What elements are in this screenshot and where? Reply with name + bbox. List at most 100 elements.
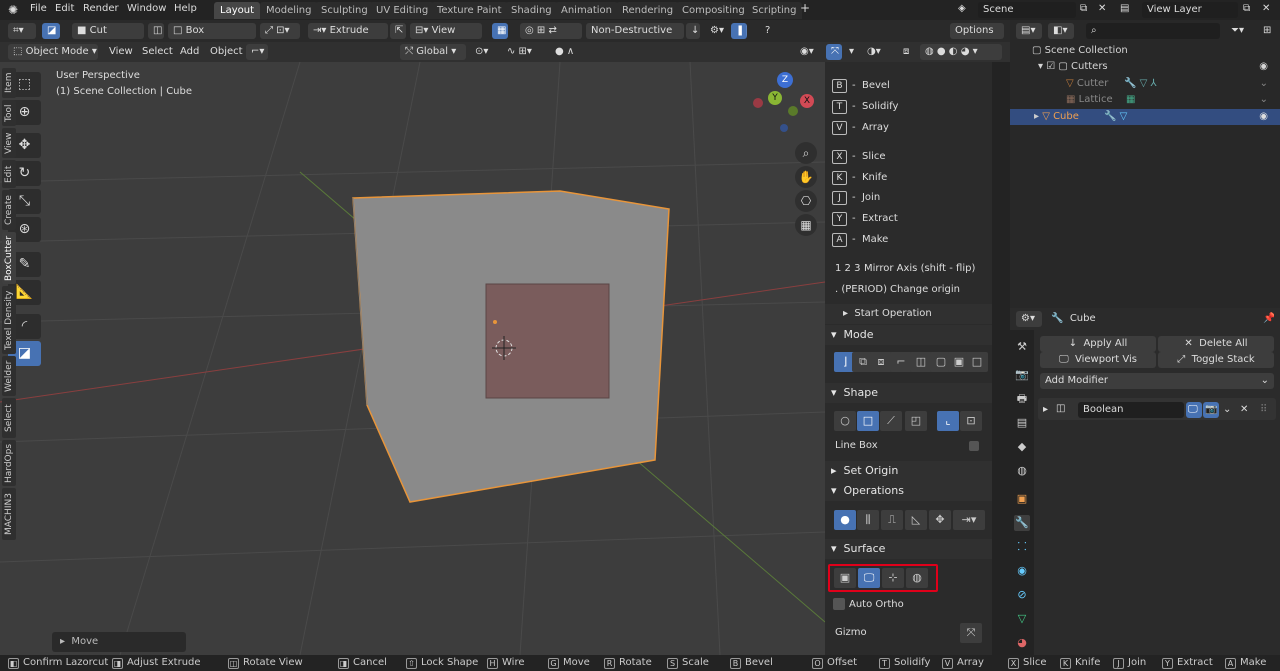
- orientation-dropdown[interactable]: ⤲ Global ▾: [400, 44, 466, 60]
- side-tab-boxcutter[interactable]: BoxCutter: [2, 232, 16, 284]
- modifier-viewport-icon[interactable]: 🖵: [1186, 402, 1202, 418]
- apply-all-button[interactable]: ↓ Apply All: [1040, 336, 1156, 352]
- modifier-menu-icon[interactable]: ⌄: [1223, 404, 1231, 415]
- gizmo-toggle-button[interactable]: ⤧: [960, 623, 982, 643]
- cutter-dropdown-icon[interactable]: ⌄: [1260, 76, 1268, 92]
- operation-offset-icon[interactable]: ◺: [905, 510, 927, 530]
- mode-knife-icon[interactable]: ◫: [910, 352, 932, 372]
- mode-join-icon[interactable]: ⌐: [890, 352, 912, 372]
- line-box-checkbox[interactable]: [969, 441, 979, 451]
- menu-object[interactable]: Object: [205, 44, 245, 60]
- gizmo-x-axis[interactable]: X: [800, 94, 814, 108]
- tab-layout[interactable]: Layout: [214, 2, 260, 19]
- side-tab-tool[interactable]: Tool: [2, 100, 16, 126]
- menu-file[interactable]: File: [30, 3, 47, 14]
- outliner-row-cube[interactable]: ▸ ▽ Cube 🔧 ▽ ◉: [1010, 109, 1280, 125]
- checkbox-icon[interactable]: ☑: [1046, 61, 1058, 72]
- toggle-stack-button[interactable]: ⤢ Toggle Stack: [1158, 352, 1274, 368]
- header-extra-icon[interactable]: ⌐▾: [246, 44, 268, 60]
- physics-props-icon[interactable]: ◉: [1014, 563, 1030, 579]
- active-tool-icon[interactable]: ◪: [42, 23, 60, 39]
- section-set-origin[interactable]: ▸ Set Origin: [825, 461, 992, 481]
- menu-help[interactable]: Help: [174, 3, 197, 14]
- world-props-icon[interactable]: ◍: [1014, 463, 1030, 479]
- add-modifier-dropdown[interactable]: Add Modifier ⌄: [1040, 373, 1274, 389]
- blender-logo-icon[interactable]: ✺: [8, 3, 18, 17]
- mode-inset-icon[interactable]: ⧈: [870, 352, 892, 372]
- xray-icon[interactable]: ⧈: [898, 44, 916, 60]
- surface-view-icon[interactable]: 🖵: [858, 568, 880, 588]
- side-tab-welder[interactable]: Welder: [2, 356, 16, 396]
- operation-move-icon[interactable]: ✥: [929, 510, 951, 530]
- menu-view[interactable]: View: [104, 44, 134, 60]
- shape-toggle-icon[interactable]: ◫: [148, 23, 164, 39]
- side-tab-create[interactable]: Create: [2, 190, 16, 230]
- grid-snap-icon[interactable]: ▦: [492, 23, 508, 39]
- gizmo-neg-y[interactable]: [788, 106, 798, 116]
- expand-icon[interactable]: ▸: [1034, 111, 1042, 122]
- side-tab-item[interactable]: Item: [2, 68, 16, 98]
- copy-view-layer-icon[interactable]: ⧉: [1243, 3, 1250, 14]
- tab-modeling[interactable]: Modeling: [260, 2, 318, 19]
- operation-draw-icon[interactable]: ⫼: [857, 510, 879, 530]
- section-operations[interactable]: ▾ Operations: [825, 481, 992, 501]
- gizmo-toggle-icon[interactable]: ⤧: [826, 44, 842, 60]
- constraints-props-icon[interactable]: ⊘: [1014, 587, 1030, 603]
- settings-gear-icon[interactable]: ⚙▾: [705, 23, 729, 39]
- side-tab-texel-density[interactable]: Texel Density: [2, 286, 16, 354]
- view-layer-props-icon[interactable]: ▤: [1014, 415, 1030, 431]
- proportional-edit-icons[interactable]: ● ∧: [550, 44, 590, 60]
- cut-dropdown[interactable]: ■ Cut: [72, 23, 144, 39]
- viewport-vis-button[interactable]: 🖵 Viewport Vis: [1040, 352, 1156, 368]
- outliner-filter-icon[interactable]: ⏷▾: [1226, 23, 1252, 39]
- pivot-icon[interactable]: ⊙▾: [470, 44, 500, 60]
- editor-type-button[interactable]: ⌗▾: [8, 23, 36, 39]
- particles-props-icon[interactable]: ⸬: [1014, 539, 1030, 555]
- section-surface[interactable]: ▾ Surface: [825, 539, 992, 559]
- shape-center-icon[interactable]: ⊡: [960, 411, 982, 431]
- shape-box-icon[interactable]: □: [857, 411, 879, 431]
- gizmo-neg-z[interactable]: [780, 124, 788, 132]
- shape-custom-icon[interactable]: ◰: [905, 411, 927, 431]
- camera-icon[interactable]: ⎔: [795, 190, 817, 212]
- modifier-delete-icon[interactable]: ✕: [1240, 404, 1248, 415]
- pan-hand-icon[interactable]: ✋: [795, 166, 817, 188]
- render-props-icon[interactable]: 📷: [1014, 367, 1030, 383]
- snap-icons[interactable]: ⤢ ⊡▾: [260, 23, 300, 39]
- add-workspace-button[interactable]: +: [800, 1, 810, 15]
- menu-select[interactable]: Select: [137, 44, 173, 60]
- mode-extra-icon[interactable]: □: [966, 352, 988, 372]
- menu-add[interactable]: Add: [175, 44, 203, 60]
- modifier-render-icon[interactable]: 📷: [1203, 402, 1219, 418]
- wire-mode-icons[interactable]: ◎ ⊞ ⇄: [520, 23, 582, 39]
- modifier-drag-handle-icon[interactable]: ⠿: [1260, 404, 1267, 415]
- outliner-row-lattice[interactable]: ▦ Lattice ▦ ⌄: [1010, 92, 1280, 108]
- 3d-viewport[interactable]: User Perspective (1) Scene Collection | …: [0, 62, 825, 655]
- outliner-display-mode[interactable]: ◧▾: [1048, 23, 1074, 39]
- menu-edit[interactable]: Edit: [55, 3, 74, 14]
- object-mode-dropdown[interactable]: ⬚ Object Mode ▾: [8, 44, 98, 60]
- lattice-dropdown-icon[interactable]: ⌄: [1260, 92, 1268, 108]
- shape-ngon-icon[interactable]: ⟋: [880, 411, 902, 431]
- outliner-editor-type[interactable]: ▤▾: [1016, 23, 1042, 39]
- tab-uv-editing[interactable]: UV Editing: [370, 2, 435, 19]
- start-operation-panel[interactable]: ▸ Start Operation: [825, 304, 992, 324]
- shading-modes[interactable]: ◍ ● ◐ ◕ ▾: [920, 44, 1002, 60]
- surface-object-icon[interactable]: ▣: [834, 568, 856, 588]
- modifier-props-icon[interactable]: 🔧: [1014, 515, 1030, 531]
- copy-scene-icon[interactable]: ⧉: [1080, 3, 1087, 14]
- eye-icon[interactable]: ◉: [1259, 59, 1268, 75]
- delete-scene-icon[interactable]: ✕: [1098, 3, 1106, 14]
- gizmo-neg-x[interactable]: [753, 98, 763, 108]
- tab-rendering[interactable]: Rendering: [616, 2, 680, 19]
- overlay-icon[interactable]: ◑▾: [862, 44, 890, 60]
- tab-compositing[interactable]: Compositing: [676, 2, 751, 19]
- apply-icon[interactable]: ↓: [686, 23, 700, 39]
- properties-editor-type[interactable]: ⚙▾: [1016, 311, 1042, 327]
- non-destructive-dropdown[interactable]: Non-Destructive: [586, 23, 684, 39]
- options-dropdown[interactable]: Options: [950, 23, 1004, 39]
- modifier-name-field[interactable]: Boolean: [1078, 402, 1184, 418]
- tab-scripting[interactable]: Scripting: [746, 2, 803, 19]
- outliner-new-collection-icon[interactable]: ⊞: [1258, 23, 1274, 39]
- snap-toggle-icons[interactable]: ∿ ⊞▾: [502, 44, 548, 60]
